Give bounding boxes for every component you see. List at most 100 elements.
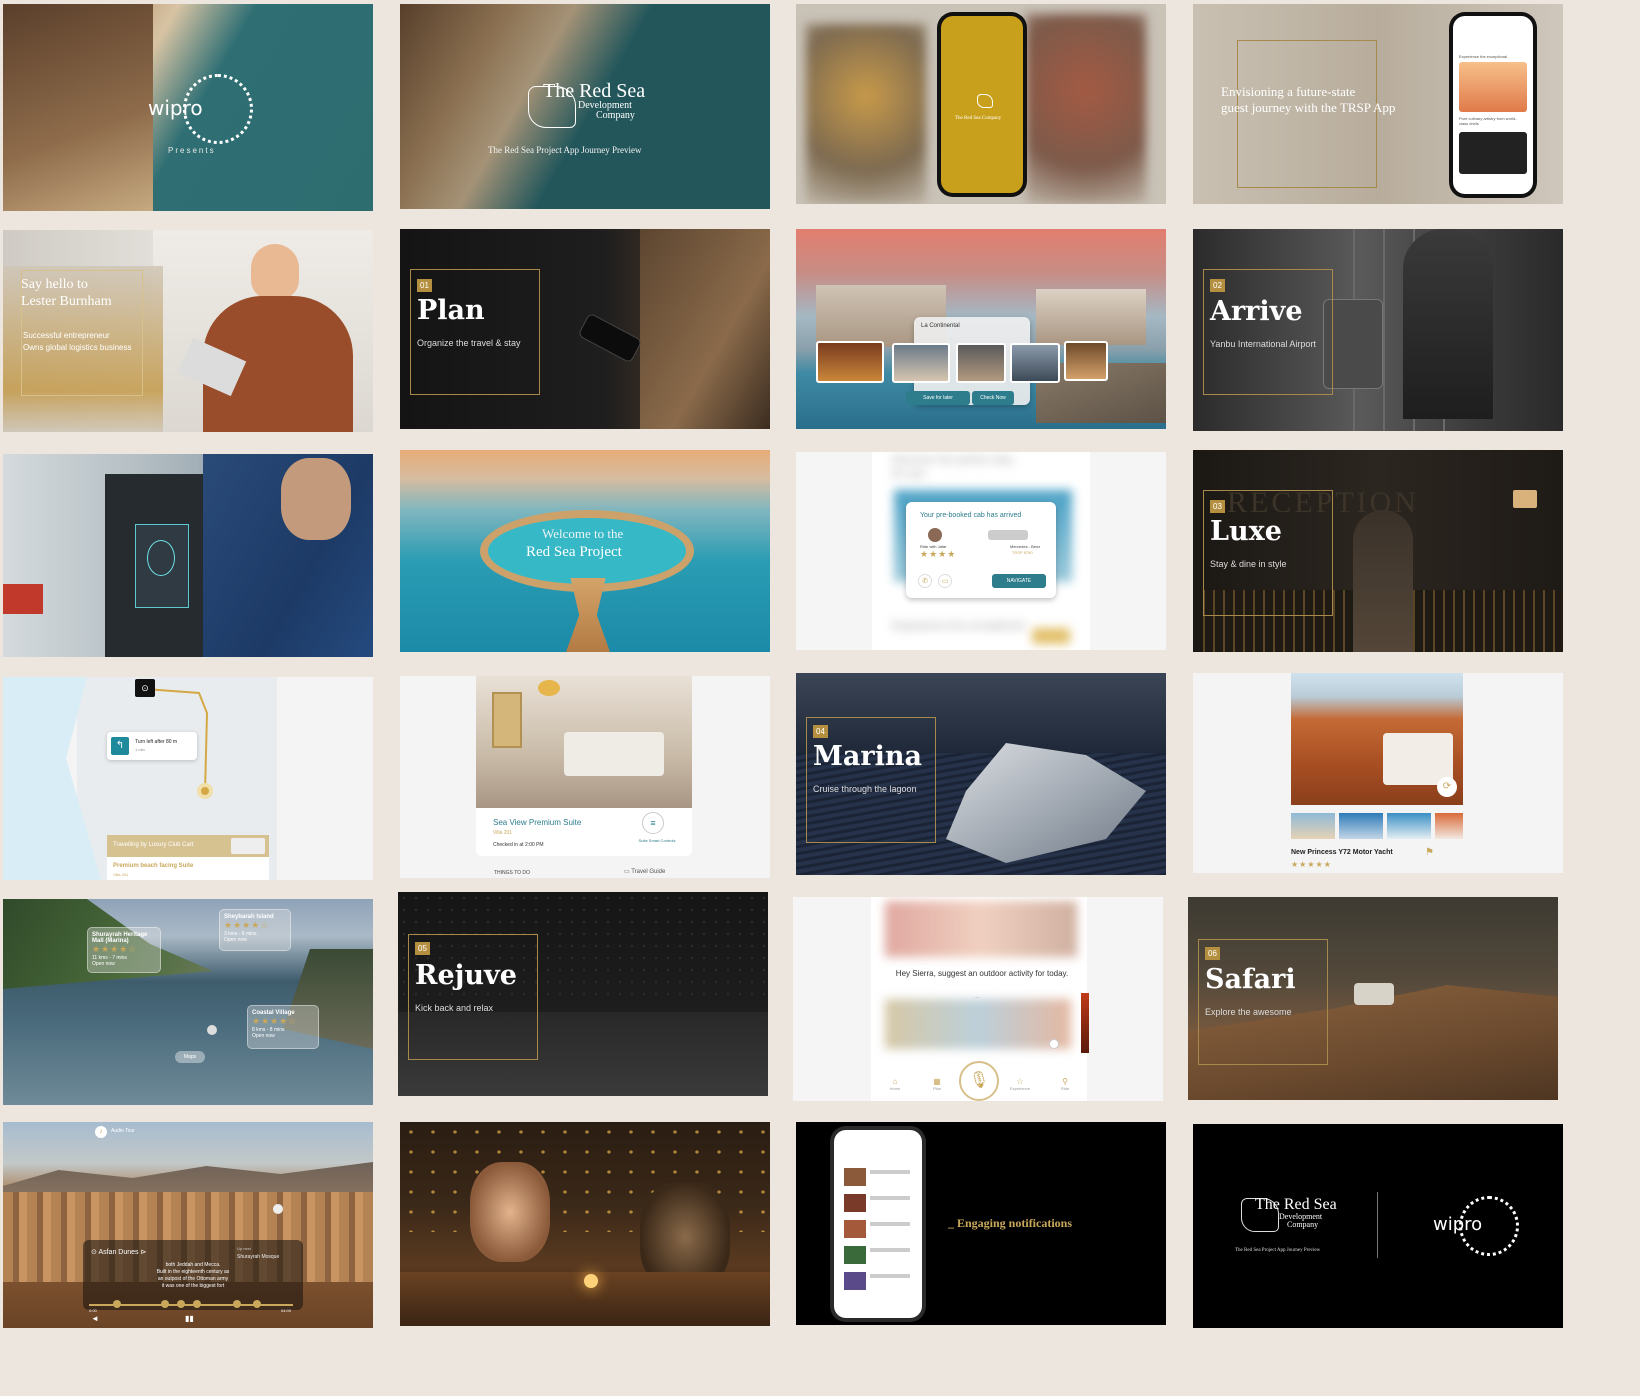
place-label: Asfan Dunes [98,1249,139,1256]
tile-audio-tour[interactable]: ♪ Audio Tour ⊙ Asfan Dunes ⊳ Up next Shu… [3,1122,373,1328]
save-later-button[interactable]: Save for later [906,391,970,405]
blur-bottom: Experience the exceptional [892,620,1025,632]
tile-ar-pois[interactable]: Shurayrah Heritage Mall (Marina) ★★★★☆ 1… [3,899,373,1105]
tile-lester[interactable]: Say hello to Lester Burnham Successful e… [3,230,373,432]
tile-envisioning[interactable]: Envisioning a future-state guest journey… [1193,4,1563,204]
check-now-button[interactable]: Check Now [972,391,1014,405]
tile-voice-assistant[interactable]: Hey Sierra, suggest an outdoor activity … [793,897,1163,1101]
tile-notifications[interactable]: _ Engaging notifications [796,1122,1166,1325]
gallery-image-4[interactable] [1010,343,1060,383]
tile-app-splash[interactable]: The Red Sea Company [796,4,1166,204]
tile-dinner[interactable] [400,1122,770,1326]
travel-guide-link[interactable]: ▭ Travel Guide [624,868,665,875]
chapter-marker[interactable] [193,1300,201,1308]
list-thumb [844,1272,866,1290]
tile-marina[interactable]: 04 Marina Cruise through the lagoon [796,673,1166,875]
bookmark-icon[interactable]: ⚑ [1425,847,1434,858]
play-icon[interactable]: ⊳ [140,1249,146,1256]
traveler [1403,229,1493,419]
thumb-2[interactable] [1339,813,1383,839]
car-name: Mercedes - Benz [1010,544,1041,549]
poi-card-coastal[interactable]: Coastal Village ★★★★☆ 8 kms - 8 mins Ope… [247,1005,319,1049]
chapter-marker[interactable] [233,1300,241,1308]
poi-card-shurayrah[interactable]: Shurayrah Heritage Mall (Marina) ★★★★☆ 1… [87,927,161,973]
assistant-prompt: Hey Sierra, suggest an outdoor activity … [895,969,1069,978]
blurred-cards [885,999,1071,1049]
yacht-rating: ★★★★★ [1291,860,1332,869]
blur-top-line2: for you [892,468,926,480]
tile-outro[interactable]: The Red Sea Development Company The Red … [1193,1124,1563,1328]
tile-wipro-presents[interactable]: wipro Presents [3,4,373,211]
food-image [1459,132,1527,174]
gallery-image-5[interactable] [1064,341,1108,381]
thumb-3[interactable] [1387,813,1431,839]
tile-luxe[interactable]: RECEPTION 03 Luxe Stay & dine in style [1193,450,1563,652]
smartphone [577,312,643,364]
candle-light [584,1274,598,1288]
tile-plan[interactable]: 01 Plan Organize the travel & stay [400,229,770,429]
up-next[interactable]: Shurayrah Mosque [237,1254,279,1260]
tile-suite[interactable]: Sea View Premium Suite Villa 201 Checked… [400,676,770,878]
time-end: 04:00 [281,1308,292,1313]
suite-card: Sea View Premium Suite Villa 201 Checked… [476,808,692,856]
welcome-text: Welcome to the [542,526,624,541]
jeep [1354,983,1394,1005]
desc-line3: an outpost of the Ottoman army [157,1276,229,1282]
tile-hotel-booking[interactable]: La Continental Save for later Check Now [796,229,1166,429]
chapter-marker[interactable] [177,1300,185,1308]
headline-line1: Envisioning a future-state [1221,84,1356,99]
poi-status: Open now [252,1033,275,1039]
navigate-button[interactable]: NAVIGATE [992,574,1046,588]
tile-yacht[interactable]: ⟳ New Princess Y72 Motor Yacht ★★★★★ ⚑ [1193,673,1563,873]
direction-card: ↰ Turn left after 80 m 1 min [107,732,197,760]
step-subtitle: Stay & dine in style [1210,559,1287,569]
smart-controls-icon[interactable]: ≡ [642,812,664,834]
microphone-icon[interactable]: 🎙 [959,1061,999,1101]
cart-banner: Travelling by Luxury Club Cart [107,835,269,857]
blur-top-line1: Discover the perfect stay [892,454,1014,466]
place-name: ⊙ Asfan Dunes ⊳ [91,1248,146,1256]
poi-card-sheybarah[interactable]: Sheybarah Island ★★★★☆ 3 kms - 6 mins Op… [219,909,291,951]
traveler [1353,510,1413,652]
phone-text2: Pure culinary artistry from world-class … [1459,116,1517,126]
thumb-4[interactable] [1435,813,1463,839]
chapter-marker[interactable] [161,1300,169,1308]
tile-rejuve[interactable]: 05 Rejuve Kick back and relax [398,892,768,1096]
bed [564,732,664,776]
nav-ride-label: Ride [1060,1086,1070,1091]
pause-icon[interactable]: ▮▮ [185,1314,194,1323]
gallery-image-1[interactable] [816,341,884,383]
place-name: La Continental [921,323,960,329]
phone-icon[interactable]: ✆ [918,574,932,588]
coat-sleeve [640,229,770,429]
tile-face-scan[interactable] [3,454,373,657]
gallery-image-3[interactable] [956,343,1006,383]
tile-navigation-map[interactable]: ⊙ ↰ Turn left after 80 m 1 min Travellin… [3,677,373,880]
home-icon: ⌂ [892,1077,898,1086]
brand-line3: Company [596,110,635,121]
step-number: 05 [415,942,430,955]
things-to-do[interactable]: THINGS TO DO [494,870,530,876]
tile-welcome-redsea[interactable]: Welcome to the Red Sea Project [400,450,770,652]
step-subtitle: Yanbu International Airport [1210,339,1316,349]
tile-cab-arrived[interactable]: Discover the perfect stay for you Your p… [796,452,1166,650]
view-360-icon[interactable]: ⟳ [1437,777,1457,797]
thumb-1[interactable] [1291,813,1335,839]
tile-redsea-intro[interactable]: The Red Sea Development Company The Red … [400,4,770,209]
notifications-headline: _ Engaging notifications [948,1216,1073,1230]
tile-safari[interactable]: 06 Safari Explore the awesome [1188,897,1558,1100]
nav-home[interactable]: ⌂ Home [885,1077,905,1091]
focus-dot [207,1025,217,1035]
poi-status: Open now [224,937,247,943]
gallery-image-2[interactable] [892,343,950,383]
volume-icon[interactable]: ◄ [91,1314,99,1323]
nav-plan[interactable]: ▦ Plan [927,1077,947,1091]
nav-experience[interactable]: ☆ Experience [1005,1077,1035,1091]
chat-icon[interactable]: ▭ [938,574,952,588]
maps-button[interactable]: Maps [175,1051,205,1063]
nav-ride[interactable]: ⚲ Ride [1055,1077,1075,1091]
smart-controls-label[interactable]: Suite Smart Controls [636,838,678,843]
chapter-marker[interactable] [253,1300,261,1308]
tile-arrive[interactable]: 02 Arrive Yanbu International Airport [1193,229,1563,431]
chapter-marker[interactable] [113,1300,121,1308]
